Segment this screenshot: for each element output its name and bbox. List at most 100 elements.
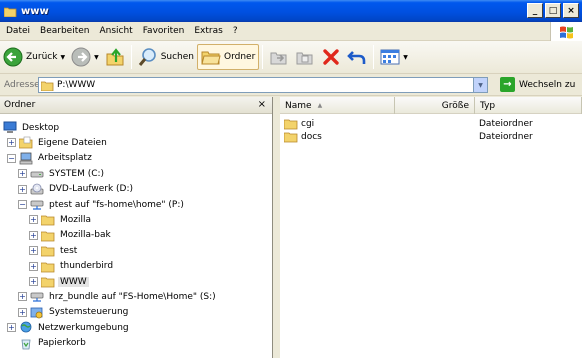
file-row[interactable]: docs Dateiordner xyxy=(280,130,582,143)
column-size-label: Größe xyxy=(441,100,469,111)
tree-item[interactable]: − Arbeitsplatz xyxy=(7,151,94,166)
tree-item-label: Desktop xyxy=(22,122,60,133)
close-button[interactable]: × xyxy=(563,3,579,18)
column-header-name[interactable]: Name ▲ xyxy=(280,97,395,114)
minimize-icon: _ xyxy=(532,5,538,16)
tree-item[interactable]: + DVD-Laufwerk (D:) xyxy=(18,182,135,197)
close-pane-button[interactable]: × xyxy=(258,99,266,110)
expand-icon[interactable]: + xyxy=(18,169,27,179)
column-header-size[interactable]: Größe xyxy=(395,97,475,114)
expand-icon[interactable]: + xyxy=(18,307,27,317)
tree-item-label: Systemsteuerung xyxy=(49,307,129,318)
back-button[interactable]: Zurück ▼ xyxy=(0,44,68,70)
expand-icon[interactable]: + xyxy=(18,184,27,194)
chevron-down-icon[interactable]: ▼ xyxy=(403,54,408,61)
column-header-type[interactable]: Typ xyxy=(475,97,582,114)
tree-item-label: Eigene Dateien xyxy=(38,137,107,148)
expand-icon[interactable]: + xyxy=(29,246,38,256)
move-to-button[interactable] xyxy=(266,44,292,70)
tree-item[interactable]: + Mozilla xyxy=(29,212,93,227)
back-label: Zurück xyxy=(26,52,58,62)
tree-item[interactable]: Papierkorb xyxy=(7,336,88,351)
undo-button[interactable] xyxy=(344,44,370,70)
address-input[interactable]: P:\WWW ▼ xyxy=(38,77,488,93)
dvd-drive-icon xyxy=(30,183,44,196)
tree-item[interactable]: + Netzwerkumgebung xyxy=(7,320,131,335)
tree-item[interactable]: + test xyxy=(29,243,79,258)
search-icon xyxy=(138,47,158,67)
drive-icon xyxy=(30,167,44,180)
column-name-label: Name xyxy=(285,100,312,111)
file-list-pane: Name ▲ Größe Typ cgi Dateiordner docs Datei… xyxy=(280,97,582,358)
address-label: Adresse xyxy=(4,79,40,90)
toolbar-separator xyxy=(262,45,264,69)
file-row[interactable]: cgi Dateiordner xyxy=(280,117,582,130)
tree-item-label: Netzwerkumgebung xyxy=(38,322,129,333)
expand-icon[interactable]: + xyxy=(29,230,38,240)
tree-item-label: DVD-Laufwerk (D:) xyxy=(49,184,134,195)
tree-item[interactable]: + thunderbird xyxy=(29,259,115,274)
maximize-icon: □ xyxy=(548,5,558,16)
back-arrow-icon xyxy=(3,47,23,67)
up-folder-button[interactable] xyxy=(102,44,128,70)
expand-icon[interactable]: + xyxy=(29,277,38,286)
forward-arrow-icon xyxy=(71,47,91,67)
views-icon xyxy=(380,48,400,66)
tree-item-label: thunderbird xyxy=(60,261,114,272)
file-name-cell: cgi xyxy=(280,117,395,130)
tree-item-label: WWW xyxy=(58,276,89,287)
forward-button[interactable]: ▼ xyxy=(68,44,102,70)
tree-item[interactable]: + hrz_bundle auf "FS-Home\Home" (S:) xyxy=(18,289,218,304)
expand-icon[interactable]: + xyxy=(29,215,38,225)
window-title: www xyxy=(21,5,49,17)
delete-x-icon xyxy=(321,47,341,67)
folder-icon xyxy=(4,6,17,17)
maximize-button[interactable]: □ xyxy=(545,3,561,18)
file-type: Dateiordner xyxy=(479,131,533,142)
tree-item[interactable]: − ptest auf "fs-home\home" (P:) xyxy=(18,197,186,212)
chevron-down-icon[interactable]: ▼ xyxy=(94,54,99,61)
menu-favoriten[interactable]: Favoriten xyxy=(138,26,190,36)
column-headers: Name ▲ Größe Typ xyxy=(280,97,582,114)
undo-icon xyxy=(347,47,367,67)
expand-icon[interactable]: + xyxy=(29,261,38,271)
go-arrow-icon: → xyxy=(500,77,515,92)
minimize-button[interactable]: _ xyxy=(527,3,543,18)
go-button[interactable]: → Wechseln zu xyxy=(500,77,575,92)
menu-bearbeiten[interactable]: Bearbeiten xyxy=(35,26,94,36)
address-dropdown-button[interactable]: ▼ xyxy=(473,78,487,92)
collapse-icon[interactable]: − xyxy=(18,200,27,209)
network-drive-icon xyxy=(30,290,44,303)
go-label: Wechseln zu xyxy=(519,79,576,90)
search-label: Suchen xyxy=(160,52,194,62)
my-computer-icon xyxy=(19,152,33,165)
folder-pane-header: Ordner × xyxy=(0,97,272,114)
expand-icon[interactable]: + xyxy=(7,323,16,333)
my-documents-icon xyxy=(19,136,33,149)
menu-extras[interactable]: Extras xyxy=(189,26,227,36)
tree-item[interactable]: + WWW xyxy=(29,274,89,289)
menu-help[interactable]: ? xyxy=(228,26,243,36)
file-name: docs xyxy=(301,131,322,142)
column-type-label: Typ xyxy=(480,100,496,111)
tree-item[interactable]: + SYSTEM (C:) xyxy=(18,166,106,181)
copy-to-button[interactable] xyxy=(292,44,318,70)
tree-item-label: Papierkorb xyxy=(38,338,86,349)
delete-button[interactable] xyxy=(318,44,344,70)
tree-item[interactable]: + Systemsteuerung xyxy=(18,305,130,320)
collapse-icon[interactable]: − xyxy=(7,153,16,163)
desktop-icon xyxy=(3,121,17,134)
search-button[interactable]: Suchen xyxy=(135,44,197,70)
menu-datei[interactable]: Datei xyxy=(0,26,35,36)
expand-icon[interactable]: + xyxy=(18,292,27,302)
toolbar: Zurück ▼ ▼ Suchen Ordner ▼ xyxy=(0,41,582,74)
folders-button[interactable]: Ordner xyxy=(197,44,260,70)
tree-item[interactable]: Desktop xyxy=(3,120,61,135)
tree-item[interactable]: + Eigene Dateien xyxy=(7,135,109,150)
tree-item[interactable]: + Mozilla-bak xyxy=(29,228,113,243)
menu-ansicht[interactable]: Ansicht xyxy=(94,26,137,36)
views-button[interactable]: ▼ xyxy=(377,44,411,70)
title-bar[interactable]: www _ □ × xyxy=(0,0,582,22)
expand-icon[interactable]: + xyxy=(7,138,16,148)
chevron-down-icon[interactable]: ▼ xyxy=(60,54,65,61)
